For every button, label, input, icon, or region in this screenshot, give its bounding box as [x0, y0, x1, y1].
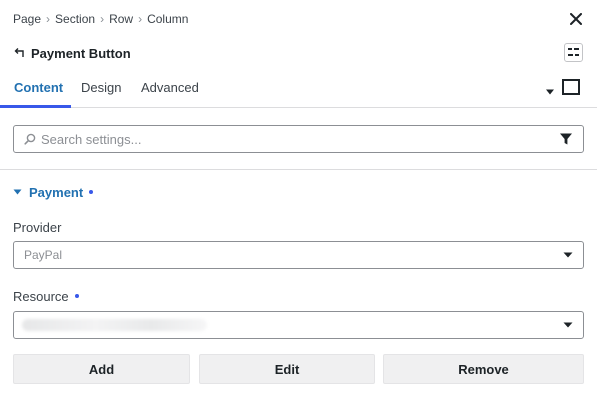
- resource-select[interactable]: [13, 311, 584, 339]
- section-toggle-payment[interactable]: Payment: [13, 183, 94, 201]
- breadcrumb: Page › Section › Row › Column: [13, 11, 188, 27]
- chevron-down-icon: [13, 188, 22, 196]
- close-button[interactable]: [567, 10, 585, 28]
- provider-label: Provider: [13, 219, 61, 235]
- search-icon: [24, 133, 36, 145]
- search-field: [13, 125, 584, 153]
- tab-design[interactable]: Design: [81, 80, 121, 108]
- structure-icon: [568, 48, 579, 56]
- structure-button[interactable]: [564, 43, 583, 62]
- responsive-toggle-icon[interactable]: [562, 79, 580, 95]
- breadcrumb-separator: ›: [100, 12, 105, 26]
- chevron-down-icon: [563, 251, 573, 259]
- breadcrumb-item-section[interactable]: Section: [55, 12, 95, 26]
- modified-indicator-dot: [89, 190, 94, 194]
- modified-indicator-dot: [74, 294, 79, 298]
- tab-advanced[interactable]: Advanced: [141, 80, 199, 108]
- breadcrumb-item-column[interactable]: Column: [147, 12, 188, 26]
- search-input[interactable]: [36, 131, 559, 147]
- resource-actions: Add Edit Remove: [13, 354, 584, 384]
- page-title: Payment Button: [31, 45, 131, 61]
- filter-icon[interactable]: [559, 132, 573, 146]
- back-arrow-icon[interactable]: [13, 47, 25, 59]
- add-button[interactable]: Add: [13, 354, 190, 384]
- provider-select-value: PayPal: [24, 248, 63, 262]
- breadcrumb-separator: ›: [46, 12, 51, 26]
- breadcrumb-separator: ›: [138, 12, 143, 26]
- panel-header: Payment Button: [13, 44, 131, 62]
- edit-button[interactable]: Edit: [199, 354, 375, 384]
- provider-label-text: Provider: [13, 219, 62, 235]
- tab-menu-caret-icon[interactable]: [545, 83, 555, 95]
- remove-button[interactable]: Remove: [383, 354, 584, 384]
- resource-label: Resource: [13, 288, 79, 304]
- section-title: Payment: [29, 184, 84, 200]
- divider: [0, 169, 597, 170]
- active-tab-indicator: [0, 105, 71, 108]
- resource-select-value-redacted: [22, 319, 207, 331]
- provider-select[interactable]: PayPal: [13, 241, 584, 269]
- breadcrumb-item-row[interactable]: Row: [109, 12, 133, 26]
- resource-label-text: Resource: [13, 288, 69, 304]
- tab-bar: Content Design Advanced: [0, 70, 597, 108]
- chevron-down-icon: [563, 321, 573, 329]
- close-icon: [570, 13, 582, 25]
- tab-content[interactable]: Content: [14, 80, 63, 108]
- breadcrumb-item-page[interactable]: Page: [13, 12, 41, 26]
